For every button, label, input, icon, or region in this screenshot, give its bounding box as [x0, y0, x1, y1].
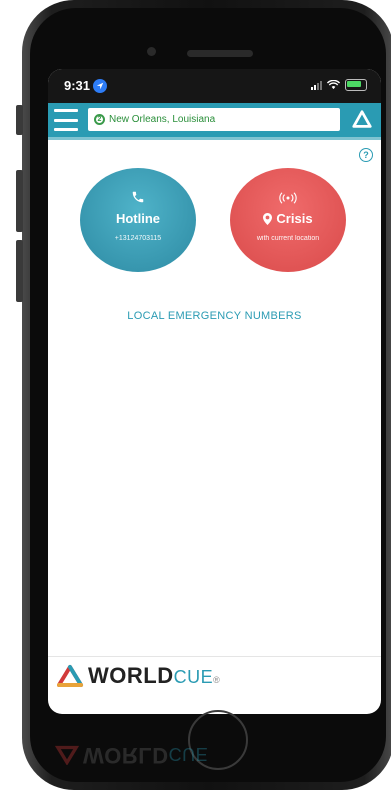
help-button[interactable]: ?	[359, 148, 373, 162]
time-text: 9:31	[64, 78, 91, 93]
status-icons	[311, 79, 367, 91]
location-selector[interactable]: 2 New Orleans, Louisiana	[88, 108, 340, 131]
location-badge-icon: 2	[94, 114, 105, 125]
broadcast-icon	[279, 192, 297, 204]
wifi-icon	[327, 80, 340, 90]
crisis-title-row: Crisis	[230, 211, 346, 226]
worldcue-logo-icon[interactable]	[351, 109, 373, 131]
brand-world-reflection: WORLD	[83, 743, 169, 768]
map-pin-icon	[263, 212, 273, 225]
app-screen: 9:31 2 New Orleans, Louisiana ? Hotline …	[48, 69, 381, 714]
cellular-signal-icon	[311, 80, 322, 90]
crisis-subtitle: with current location	[256, 235, 320, 242]
location-arrow-icon	[93, 78, 108, 93]
home-indicator[interactable]	[155, 705, 270, 709]
worldcue-logo-icon	[57, 665, 83, 687]
brand-cue: CUE	[173, 667, 214, 687]
hotline-number: +13124703115	[114, 235, 162, 242]
earpiece	[187, 50, 253, 57]
battery-icon	[345, 79, 367, 91]
brand-world: WORLD	[88, 663, 174, 688]
status-time: 9:31	[64, 78, 108, 93]
logo-reflection: WORLD CUE	[55, 735, 265, 775]
location-text: New Orleans, Louisiana	[109, 114, 216, 125]
worldcue-logo-reflection-icon	[55, 745, 79, 765]
volume-up-button	[16, 170, 23, 232]
phone-icon	[132, 191, 144, 203]
front-camera	[147, 47, 156, 56]
mute-switch	[16, 105, 23, 135]
local-emergency-numbers-link[interactable]: LOCAL EMERGENCY NUMBERS	[48, 310, 381, 322]
brand-wordmark-reflection: WORLD CUE	[83, 742, 208, 768]
status-bar: 9:31	[48, 69, 381, 103]
brand-mark: ®	[213, 675, 221, 685]
brand-cue-reflection: CUE	[168, 744, 209, 764]
hotline-title: Hotline	[115, 211, 161, 226]
crisis-title: Crisis	[276, 211, 313, 226]
volume-down-button	[16, 240, 23, 302]
app-header: 2 New Orleans, Louisiana	[48, 103, 381, 137]
hotline-button[interactable]: Hotline +13124703115	[80, 168, 196, 272]
crisis-button[interactable]: Crisis with current location	[230, 168, 346, 272]
menu-button[interactable]	[54, 109, 78, 131]
footer-logo: WORLD CUE ®	[56, 663, 220, 689]
header-underline	[48, 137, 381, 140]
brand-wordmark: WORLD CUE ®	[88, 663, 220, 689]
footer-divider	[48, 656, 381, 657]
